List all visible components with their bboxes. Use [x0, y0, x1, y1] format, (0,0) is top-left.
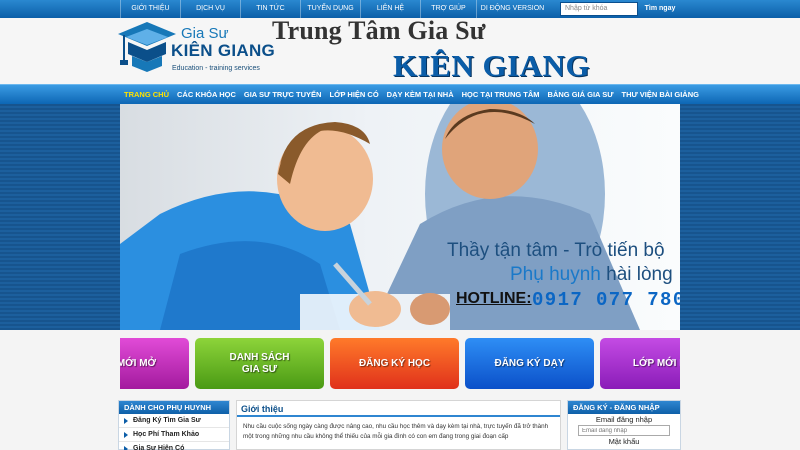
email-field[interactable]: [578, 425, 670, 436]
nav-current-classes[interactable]: LỚP HIỆN CÓ: [325, 85, 382, 104]
topnav-intro[interactable]: GIỚI THIỆU: [120, 0, 180, 18]
header-subtitle: KIÊN GIANG: [393, 48, 591, 83]
parents-link-register[interactable]: Đăng Ký Tìm Gia Sư: [119, 414, 229, 428]
hero-slogan-rest: hài lòng: [600, 264, 673, 285]
hotline-phone[interactable]: 0917 077 780: [532, 289, 680, 311]
nav-courses[interactable]: CÁC KHÓA HỌC: [173, 85, 240, 104]
nav-home[interactable]: TRANG CHỦ: [120, 85, 173, 104]
logo-line2: KIÊN GIANG: [171, 41, 276, 60]
register-teach-button[interactable]: ĐĂNG KÝ DẠY: [465, 338, 594, 389]
nav-home-tutoring[interactable]: DẠY KÈM TẠI NHÀ: [383, 85, 458, 104]
parents-link-fees[interactable]: Học Phí Tham Khảo: [119, 428, 229, 442]
hero-banner: Thầy tận tâm - Trò tiến bộ Phụ huynh hài…: [120, 104, 680, 330]
hero-slogan-line1: Thầy tận tâm - Trò tiến bộ: [447, 240, 665, 261]
hero-slogan-line2: Phụ huynh hài lòng: [510, 264, 673, 286]
logo-mark-icon[interactable]: [118, 20, 176, 80]
banner-buttons: LỚP MỚI MỞ DANH SÁCH GIA SƯ ĐĂNG KÝ HỌC …: [120, 338, 680, 390]
intro-panel: Giới thiệu Nhu cầu cuộc sống ngày càng đ…: [236, 400, 561, 450]
new-classes-button[interactable]: LỚP MỚI MỞ: [120, 338, 189, 389]
login-panel: ĐĂNG KÝ - ĐĂNG NHẬP Email đăng nhập Mật …: [567, 400, 681, 450]
hotline-label: HOTLINE:: [456, 290, 532, 307]
intro-title: Giới thiệu: [237, 401, 560, 417]
logo-tagline: Education - training services: [172, 65, 260, 72]
password-label: Mật khẩu: [608, 437, 640, 446]
parents-panel: DÀNH CHO PHỤ HUYNH Đăng Ký Tìm Gia Sư Họ…: [118, 400, 230, 450]
nav-center-study[interactable]: HỌC TẠI TRUNG TÂM: [458, 85, 544, 104]
tutor-list-button[interactable]: DANH SÁCH GIA SƯ: [195, 338, 324, 389]
topnav-services[interactable]: DỊCH VỤ: [180, 0, 240, 18]
nav-library[interactable]: THƯ VIỆN BÀI GIẢNG: [618, 85, 703, 104]
parents-panel-title: DÀNH CHO PHỤ HUYNH: [119, 401, 229, 414]
topnav-mobile[interactable]: DI ĐỘNG VERSION: [476, 0, 548, 18]
hero-slogan-highlight: Phụ huynh: [510, 264, 601, 285]
new-classes-button-2[interactable]: LỚP MỚI MỞ: [600, 338, 680, 389]
register-study-button[interactable]: ĐĂNG KÝ HỌC: [330, 338, 459, 389]
hero-side-right: [680, 104, 800, 330]
hero-side-left: [0, 104, 120, 330]
search-input[interactable]: Nhập từ khóa: [560, 2, 638, 16]
nav-price-list[interactable]: BẢNG GIÁ GIA SƯ: [544, 85, 618, 104]
search-button[interactable]: Tìm ngay: [640, 2, 680, 16]
intro-text: Nhu cầu cuộc sống ngày càng được nâng ca…: [243, 423, 549, 440]
logo-line1: Gia Sư: [181, 25, 229, 42]
nav-online-tutor[interactable]: GIA SƯ TRỰC TUYẾN: [240, 85, 326, 104]
parents-link-tutors[interactable]: Gia Sư Hiện Có: [119, 442, 229, 450]
email-label: Email đăng nhập: [595, 415, 653, 424]
header-title: Trung Tâm Gia Sư: [272, 16, 486, 45]
main-nav: TRANG CHỦ CÁC KHÓA HỌC GIA SƯ TRỰC TUYẾN…: [0, 84, 800, 104]
login-panel-title: ĐĂNG KÝ - ĐĂNG NHẬP: [568, 401, 680, 414]
